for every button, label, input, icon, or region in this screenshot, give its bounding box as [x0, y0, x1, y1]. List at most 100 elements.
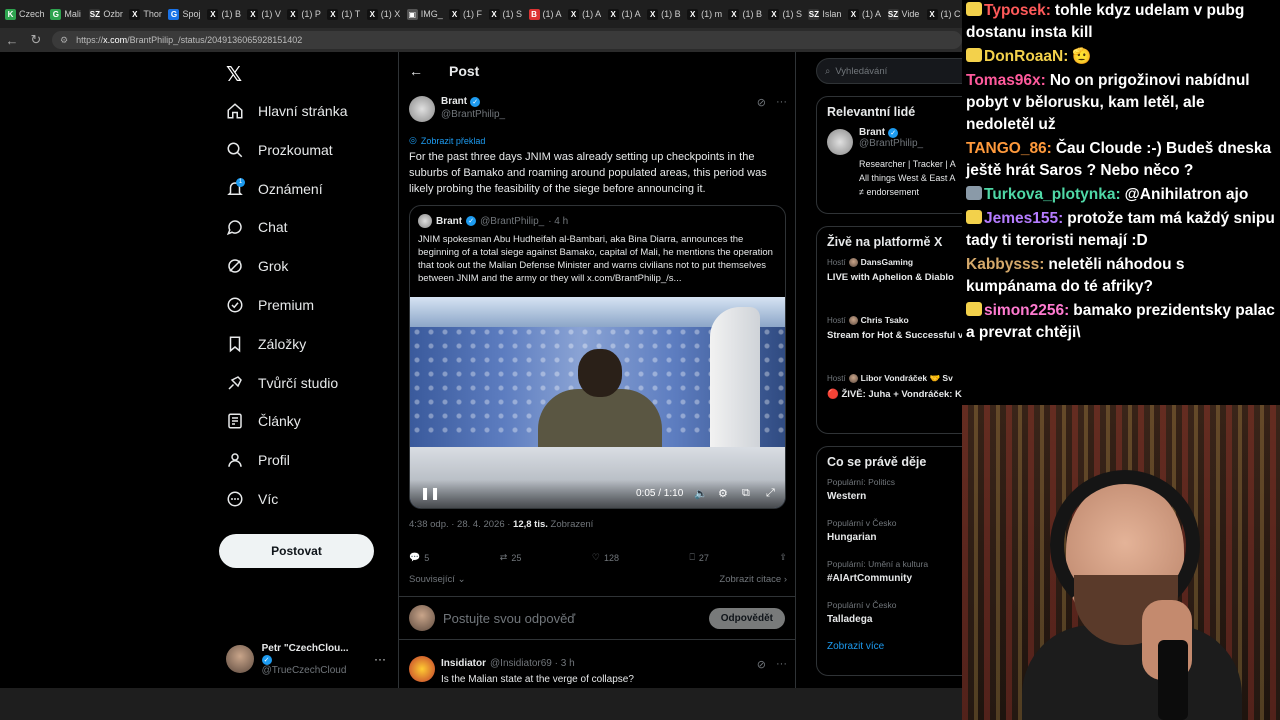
reply-input[interactable]: Postujte svou odpověď [443, 611, 701, 626]
browser-tab[interactable]: X (1) A [843, 0, 883, 28]
share-button[interactable]: ⇪ [779, 552, 787, 563]
browser-tab[interactable]: X (1) S [763, 0, 803, 28]
nav-item-chat[interactable]: Chat [226, 213, 288, 241]
video-player[interactable]: ❚❚ 0:05 / 1:10 🔈 ⚙ ⧉ ⤢ [410, 297, 785, 508]
more-icon[interactable]: ··· [374, 652, 386, 666]
trend-item[interactable]: Populární: Umění a kultura #AIArtCommunit… [817, 559, 962, 600]
browser-tab[interactable]: X (1) m [682, 0, 723, 28]
pause-icon[interactable]: ❚❚ [420, 486, 440, 500]
video-time: 0:05 / 1:10 [636, 488, 684, 499]
tab-favicon-icon: G [168, 8, 180, 20]
browser-tab[interactable]: X (1) T [322, 0, 361, 28]
browser-tab[interactable]: X Thor [124, 0, 163, 28]
browser-tab[interactable]: X (1) A [563, 0, 603, 28]
nav-item-explore[interactable]: Prozkoumat [226, 136, 333, 164]
browser-tab[interactable]: G Spoj [163, 0, 202, 28]
volume-icon[interactable]: 🔈 [694, 487, 708, 500]
nav-item-grok[interactable]: Grok [226, 252, 288, 280]
browser-tab[interactable]: X (1) C [922, 0, 962, 28]
url-field[interactable]: ⚙ https://x.com/BrantPhilip_/status/2049… [52, 31, 962, 49]
browser-tab[interactable]: ▣ IMG_ [402, 0, 444, 28]
trend-item[interactable]: Populární v Česko Talladega [817, 600, 962, 641]
search-input[interactable]: ⌕ Vyhledávání [816, 58, 962, 84]
more-icon[interactable]: ··· [776, 658, 787, 671]
more-icon[interactable]: ··· [776, 96, 787, 109]
avatar [418, 214, 432, 228]
right-sidebar: ⌕ Vyhledávání Relevantní lidé Brant ✓ @Br… [796, 52, 962, 688]
site-info-icon[interactable]: ⚙ [60, 35, 68, 46]
trend-item[interactable]: Populární: Politics Western [817, 477, 962, 518]
browser-tab[interactable]: B (1) A [524, 0, 564, 28]
fullscreen-icon[interactable]: ⤢ [766, 487, 775, 500]
reply-author-handle[interactable]: @Insidiator69 · 3 h [490, 658, 575, 669]
browser-tab[interactable]: X (1) V [242, 0, 282, 28]
grok-icon[interactable]: ⊘ [757, 658, 766, 671]
browser-tab[interactable]: SZ Islan [803, 0, 843, 28]
bookmark-button[interactable]: ⎕ 27 [690, 552, 709, 563]
like-button[interactable]: ♡ 128 [592, 552, 619, 563]
back-arrow-icon[interactable]: ← [409, 63, 423, 79]
nav-item-more[interactable]: Víc [226, 485, 278, 513]
tab-label: Spoj [182, 9, 201, 19]
live-item[interactable]: Hostí Libor Vondráček 🤝 Sv 🔴 ŽIVĚ: Juha + … [817, 373, 962, 417]
browser-tab[interactable]: G Mali [45, 0, 84, 28]
host-label: Hostí [827, 374, 846, 383]
nav-item-home[interactable]: Hlavní stránka [226, 97, 347, 125]
reply-button[interactable]: 💬 5 [409, 552, 429, 563]
browser-tab[interactable]: X (1) B [642, 0, 682, 28]
relevant-person[interactable]: Brant ✓ @BrantPhilip_ Researcher | Tracke… [817, 127, 962, 207]
repost-button[interactable]: ⇄ 25 [500, 552, 522, 563]
browser-tab[interactable]: SZ Vide [883, 0, 922, 28]
browser-tab[interactable]: X (1) B [723, 0, 763, 28]
author-handle[interactable]: @BrantPhilip_ [441, 109, 505, 120]
nav-item-profile[interactable]: Profil [226, 446, 290, 474]
browser-tab[interactable]: X (1) X [362, 0, 402, 28]
author-name[interactable]: Brant [441, 96, 467, 107]
tab-favicon-icon: X [607, 8, 619, 20]
show-more-link[interactable]: Zobrazit více [817, 641, 962, 652]
chat-badge-icon [966, 186, 982, 200]
quoted-tweet[interactable]: Brant ✓ @BrantPhilip_ · 4 h JNIM spokesm… [409, 205, 786, 509]
nav-item-bookmark[interactable]: Záložky [226, 330, 306, 358]
nav-item-creator-studio[interactable]: Tvůrčí studio [226, 369, 338, 397]
account-switcher[interactable]: Petr "CzechClou... ✓ @TrueCzechCloud ··· [226, 642, 386, 676]
translate-link[interactable]: ◎ Zobrazit překlad [409, 135, 485, 146]
tab-favicon-icon: X [449, 8, 460, 20]
browser-tab[interactable]: X (1) B [202, 0, 242, 28]
live-title-text: 🔴 ŽIVĚ: Juha + Vondráček: Kůrovec pod ko… [827, 389, 962, 400]
chat-message: Kabbysss: neletěli náhodou s kumpánama do… [966, 254, 1276, 298]
browser-tab[interactable]: X (1) P [282, 0, 322, 28]
nav-item-premium[interactable]: Premium [226, 291, 314, 319]
avatar[interactable] [409, 656, 435, 682]
post-button[interactable]: Postovat [219, 534, 374, 568]
browser-tab[interactable]: SZ Ozbr [84, 0, 124, 28]
browser-tab[interactable]: K Czech [0, 0, 45, 28]
browser-tab[interactable]: X (1) F [444, 0, 484, 28]
chat-username: Tomas96x: [966, 72, 1046, 89]
related-link[interactable]: Související ⌄ [409, 574, 466, 585]
trend-category: Populární: Umění a kultura [827, 559, 929, 569]
tab-label: (1) A [542, 9, 562, 19]
nav-item-bell[interactable]: 1 Oznámení [226, 175, 323, 203]
repost-icon: ⇄ [499, 552, 508, 562]
settings-icon[interactable]: ⚙ [718, 487, 728, 500]
live-item[interactable]: Hostí DansGaming LIVE with Aphelion & Diab… [817, 257, 962, 301]
avatar [226, 645, 254, 673]
view-quotes-link[interactable]: Zobrazit citace › [719, 574, 787, 585]
browser-tab[interactable]: X (1) S [484, 0, 524, 28]
browser-tab[interactable]: X (1) A [603, 0, 643, 28]
tweet-timestamp[interactable]: 4:38 odp. · 28. 4. 2026 · [409, 519, 513, 530]
back-arrow-icon[interactable]: ← [0, 28, 24, 52]
avatar[interactable] [827, 129, 853, 155]
tab-favicon-icon: X [327, 8, 339, 20]
trend-item[interactable]: Populární v Česko Hungarian [817, 518, 962, 559]
live-item[interactable]: Hostí Chris Tsako Stream for Hot & Success… [817, 315, 962, 359]
reply-submit-button[interactable]: Odpovědět [708, 607, 785, 629]
x-logo-icon[interactable]: 𝕏 [226, 62, 242, 87]
avatar[interactable] [409, 96, 435, 122]
grok-icon[interactable]: ⊘ [757, 96, 766, 109]
reload-icon[interactable]: ↻ [24, 28, 48, 52]
pip-icon[interactable]: ⧉ [742, 487, 750, 500]
reply-author-name[interactable]: Insidiator [441, 658, 486, 669]
nav-item-articles[interactable]: Články [226, 407, 301, 435]
